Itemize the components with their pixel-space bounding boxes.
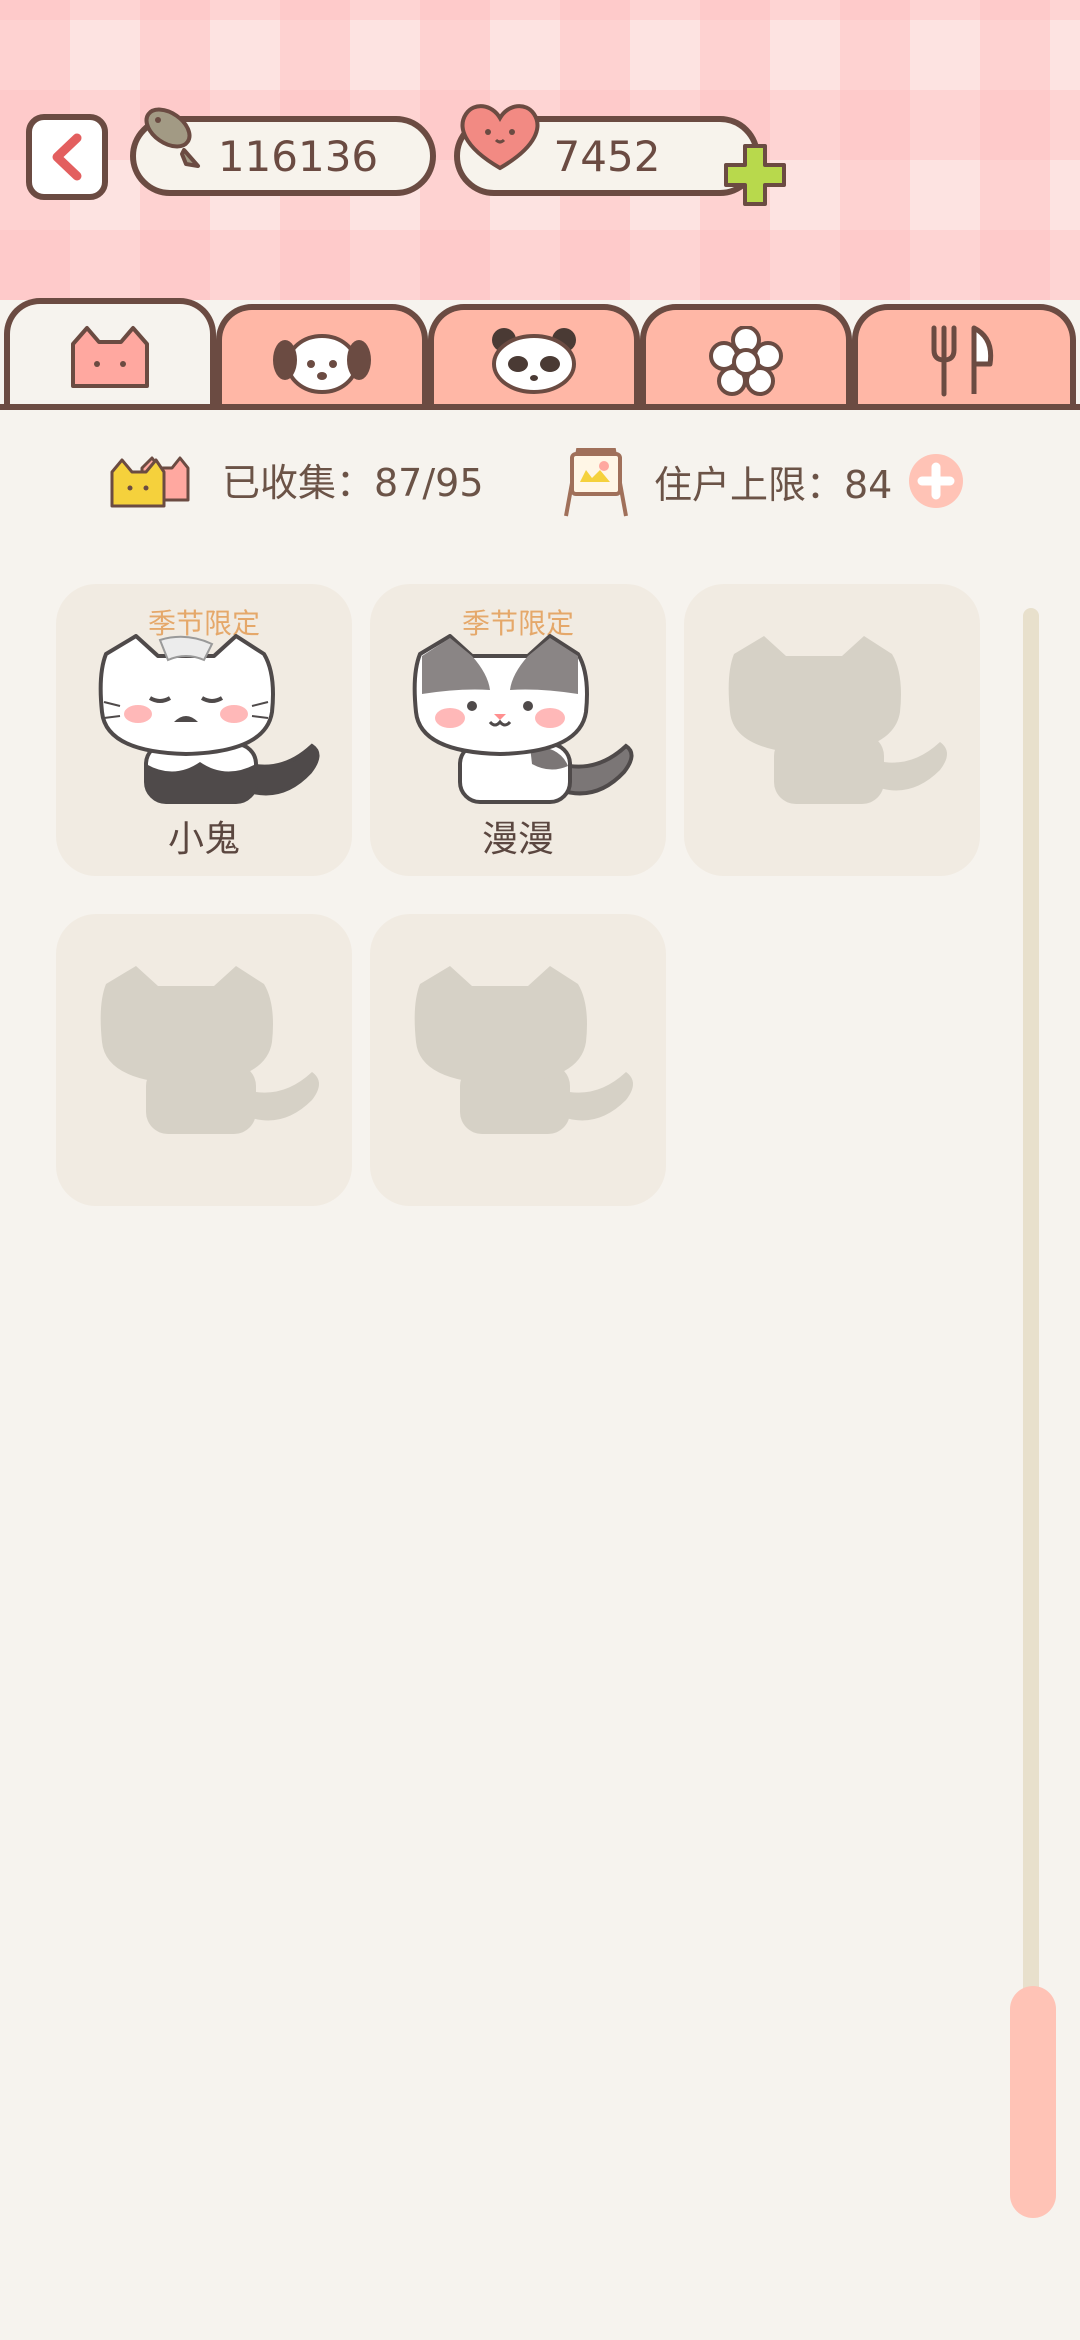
collected-label: 已收集：87/95 — [222, 460, 484, 505]
panda-face-icon — [492, 328, 576, 394]
character-card-locked[interactable] — [684, 584, 980, 876]
locked-cat-silhouette — [728, 636, 947, 804]
locked-cat-silhouette — [414, 966, 633, 1134]
collected-stat: 已收集：87/95 — [108, 450, 484, 508]
tab-food[interactable] — [852, 304, 1076, 412]
limit-label: 住户上限：84 — [654, 462, 893, 507]
dog-face-icon — [273, 334, 371, 394]
ghost-cat-sprite — [98, 634, 320, 804]
back-button[interactable] — [26, 114, 108, 200]
gray-white-cat-sprite — [412, 634, 634, 804]
tab-pandas[interactable] — [428, 304, 640, 412]
flower-icon — [709, 326, 783, 396]
scrollbar-thumb[interactable] — [1010, 1986, 1056, 2218]
heart-amount: 7452 — [553, 131, 661, 181]
character-card[interactable]: 季节限定 漫漫 — [370, 584, 666, 876]
locked-cat-silhouette — [100, 966, 319, 1134]
character-name: 漫漫 — [481, 819, 554, 860]
signboard-icon — [564, 448, 628, 517]
fish-amount: 116136 — [217, 131, 379, 181]
cat-face-icon — [71, 326, 149, 388]
scrollbar-track[interactable] — [1023, 608, 1039, 2008]
tab-dogs[interactable] — [216, 304, 428, 412]
tab-cats[interactable] — [4, 298, 216, 414]
heart-icon — [460, 104, 540, 171]
category-tabs — [0, 298, 1080, 418]
chevron-left-icon — [52, 133, 82, 181]
fork-knife-icon — [931, 325, 994, 397]
character-name: 小鬼 — [167, 819, 240, 860]
stats-bar: 已收集：87/95 住户上限：84 — [0, 448, 1080, 517]
fish-icon — [144, 107, 200, 168]
character-card-locked[interactable] — [56, 914, 352, 1206]
increase-limit-button[interactable] — [908, 453, 964, 509]
resident-limit-stat: 住户上限：84 — [556, 444, 964, 518]
cat-collection-icon — [110, 456, 190, 508]
character-card[interactable]: 季节限定 小鬼 — [56, 584, 352, 876]
add-hearts-button[interactable] — [720, 140, 790, 210]
tab-decor[interactable] — [640, 304, 852, 412]
character-card-locked[interactable] — [370, 914, 666, 1206]
